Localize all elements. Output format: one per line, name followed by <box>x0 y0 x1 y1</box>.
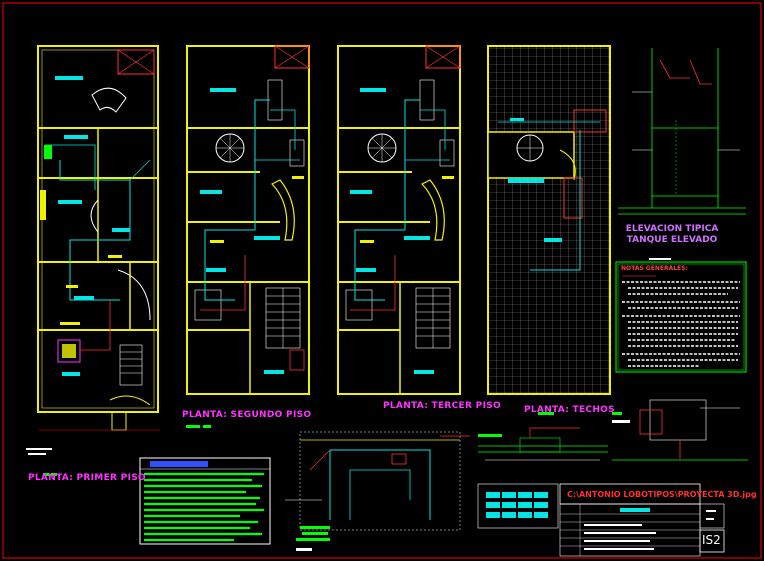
tank-elevation-detail <box>618 48 746 215</box>
elevation-title-line1: ELEVACION TIPICA <box>625 224 719 234</box>
plan-title-third-floor: PLANTA: TERCER PISO <box>383 401 501 411</box>
elevation-title-line2: TANQUE ELEVADO <box>626 235 718 245</box>
notes-title: NOTAS GENERALES: <box>621 265 688 272</box>
first-floor-plan <box>26 45 160 476</box>
third-floor-plan <box>337 45 461 395</box>
sheet-number: IS2 <box>702 533 721 547</box>
elevation-title: ELEVACION TIPICA TANQUE ELEVADO <box>622 224 722 246</box>
plan-title-second-floor: PLANTA: SEGUNDO PISO <box>182 410 312 420</box>
file-path-label: C:\ANTONIO LOBOTIPOS\PROYECTA 3D.jpg <box>567 490 757 499</box>
plan-title-roof: PLANTA: TECHOS <box>524 405 615 415</box>
second-floor-plan <box>186 45 310 428</box>
riser-diagram <box>285 431 470 551</box>
legend-box <box>139 457 271 545</box>
elevation-scale-note <box>649 258 671 260</box>
plan-title-first-floor: PLANTA: PRIMER PISO <box>28 473 146 483</box>
roof-plan <box>487 45 611 395</box>
general-notes-box <box>615 261 747 373</box>
